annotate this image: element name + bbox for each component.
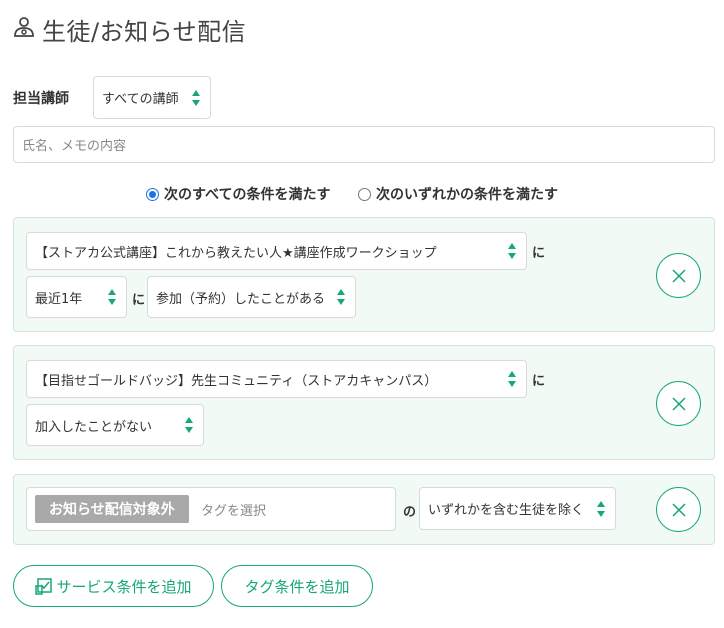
match-all-option[interactable]: 次のすべての条件を満たす [146,184,330,204]
add-service-condition-button[interactable]: サービス条件を追加 [13,565,214,607]
action-select-2[interactable]: 加入したことがない [26,404,204,446]
updown-arrow-icon [508,371,516,387]
page-header: 生徒/お知らせ配信 [12,12,246,46]
tag-chip-label: お知らせ配信対象外 [49,502,175,518]
match-any-option[interactable]: 次のいずれかの条件を満たす [358,184,558,204]
teacher-select[interactable]: すべての講師 [93,76,211,119]
period-select[interactable]: 最近1年 [26,276,127,318]
close-icon [671,268,686,283]
tag-chip[interactable]: お知らせ配信対象外 [35,495,189,523]
course-select-2[interactable]: 【目指せゴールドバッジ】先生コミュニティ（ストアカキャンパス） [26,360,527,398]
course-select-1-value: 【ストアカ公式講座】これから教えたい人★講座作成ワークショップ [35,245,437,261]
condition-panel-2: 【目指せゴールドバッジ】先生コミュニティ（ストアカキャンパス） に 加入したこと… [13,345,715,460]
course-select-1[interactable]: 【ストアカ公式講座】これから教えたい人★講座作成ワークショップ [26,232,527,270]
add-condition-icon [35,578,53,595]
add-service-label: サービス条件を追加 [56,577,192,596]
teacher-select-value: すべての講師 [102,92,179,107]
action-select-1-value: 参加（予約）したことがある [156,291,326,307]
tag-rule-select[interactable]: いずれかを含む生徒を除く [419,487,616,530]
course-select-2-value: 【目指せゴールドバッジ】先生コミュニティ（ストアカキャンパス） [35,373,438,389]
tag-select[interactable]: お知らせ配信対象外 タグを選択 [26,487,396,531]
period-select-value: 最近1年 [35,291,83,307]
action-select-1[interactable]: 参加（予約）したことがある [147,276,356,318]
tag-placeholder: タグを選択 [201,503,267,519]
updown-arrow-icon [108,289,116,305]
remove-condition-button-2[interactable] [656,381,701,426]
ni-label: に [532,374,546,389]
ni-label: に [532,246,546,261]
search-placeholder: 氏名、メモの内容 [22,139,127,154]
add-tag-condition-button[interactable]: タグ条件を追加 [221,565,373,607]
match-all-label: 次のすべての条件を満たす [164,187,331,203]
tag-condition-panel: お知らせ配信対象外 タグを選択 の いずれかを含む生徒を除く [13,474,715,545]
updown-arrow-icon [185,417,193,433]
radio-any[interactable] [358,187,371,201]
updown-arrow-icon [337,289,345,305]
no-label: の [403,505,417,520]
page-title: 生徒/お知らせ配信 [42,17,247,46]
teacher-label: 担当講師 [13,91,69,107]
search-input[interactable]: 氏名、メモの内容 [13,126,715,163]
close-icon [671,502,686,517]
add-tag-label: タグ条件を追加 [244,577,350,596]
radio-all[interactable] [146,187,159,201]
remove-tag-condition-button[interactable] [656,487,701,532]
tag-rule-select-value: いずれかを含む生徒を除く [428,503,585,518]
action-select-2-value: 加入したことがない [35,419,153,435]
condition-panel-1: 【ストアカ公式講座】これから教えたい人★講座作成ワークショップ に 最近1年 に… [13,217,715,332]
close-icon [671,396,686,411]
user-gear-icon [12,15,36,43]
updown-arrow-icon [508,243,516,259]
match-any-label: 次のいずれかの条件を満たす [376,187,558,203]
ni-label-2: に [132,293,146,308]
updown-arrow-icon [192,89,200,106]
remove-condition-button-1[interactable] [656,253,701,298]
updown-arrow-icon [597,500,605,517]
